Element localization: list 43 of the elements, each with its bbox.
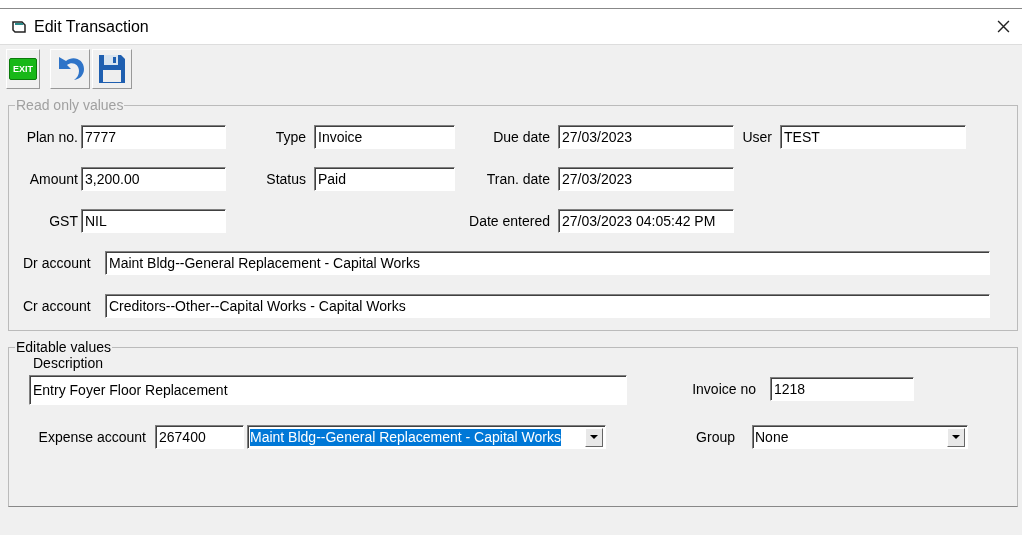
text-field[interactable]: NIL <box>81 209 226 233</box>
text-field[interactable]: Paid <box>314 167 455 191</box>
field-label: Expense account <box>37 429 147 445</box>
save-icon <box>97 53 127 85</box>
account-dropdown[interactable]: Maint Bldg--General Replacement - Capital Works <box>247 425 606 449</box>
field-label: User <box>741 129 773 145</box>
text-field[interactable]: Creditors--Other--Capital Works - Capital Works <box>105 294 990 318</box>
caret-icon <box>952 435 960 439</box>
field-label: Plan no. <box>25 129 79 145</box>
field-label: Group <box>695 429 736 445</box>
field-label: Description <box>33 355 105 371</box>
field-label: Date entered <box>468 213 551 229</box>
window-icon <box>12 19 26 34</box>
window-title: Edit Transaction <box>34 17 150 36</box>
dropdown-value: Maint Bldg--General Replacement - Capital Works <box>250 428 561 446</box>
undo-button[interactable] <box>50 49 90 89</box>
text-field[interactable]: 27/03/2023 <box>558 167 734 191</box>
close-icon[interactable] <box>997 20 1010 33</box>
field-label: Due date <box>492 129 551 145</box>
group-legend: Read only values <box>15 97 125 113</box>
text-field[interactable]: 7777 <box>81 125 226 149</box>
field-label: Type <box>274 129 307 145</box>
field-label: Invoice no <box>691 381 757 397</box>
field-label: Status <box>265 171 307 187</box>
save-button[interactable] <box>92 49 132 89</box>
text-field[interactable]: Maint Bldg--General Replacement - Capital Works <box>105 251 990 275</box>
field-label: Tran. date <box>485 171 551 187</box>
dropdown-value: None <box>755 428 789 447</box>
field-label: Dr account <box>23 255 92 271</box>
number-field[interactable]: 1218 <box>770 377 914 401</box>
text-field[interactable]: TEST <box>780 125 966 149</box>
text-field[interactable]: 3,200.00 <box>81 167 226 191</box>
group-dropdown[interactable]: None <box>752 425 968 449</box>
account-code-field[interactable]: 267400 <box>155 425 244 449</box>
caret-icon <box>590 435 598 439</box>
text-field[interactable]: 27/03/2023 04:05:42 PM <box>558 209 734 233</box>
group-legend: Editable values <box>15 339 112 355</box>
field-label: GST <box>48 213 79 229</box>
text-field[interactable]: 27/03/2023 <box>558 125 734 149</box>
field-label: Amount <box>28 171 79 187</box>
text-field[interactable]: Invoice <box>314 125 455 149</box>
description-field[interactable]: Entry Foyer Floor Replacement <box>29 375 627 405</box>
field-label: Cr account <box>23 298 92 314</box>
